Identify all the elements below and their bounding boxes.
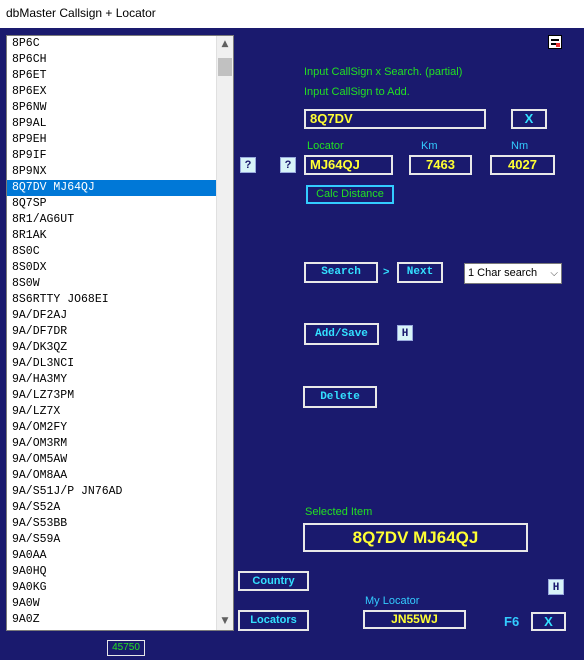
h-button-add[interactable]: H xyxy=(397,325,413,341)
list-item[interactable]: 9A/LZ7X xyxy=(7,404,217,420)
list-item[interactable]: 8R1/AG6UT xyxy=(7,212,217,228)
add-hint-label: Input CallSign to Add. xyxy=(304,86,410,98)
list-item[interactable]: 9A/S51J/P JN76AD xyxy=(7,484,217,500)
list-item[interactable]: 9A/DL3NCI xyxy=(7,356,217,372)
list-item[interactable]: 8S6RTTY JO68EI xyxy=(7,292,217,308)
list-item[interactable]: 8P9EH xyxy=(7,132,217,148)
scroll-thumb[interactable] xyxy=(218,58,232,76)
list-item[interactable]: 8S0DX xyxy=(7,260,217,276)
list-item[interactable]: 9A0W xyxy=(7,596,217,612)
callsign-input[interactable]: 8Q7DV xyxy=(304,109,486,129)
selected-item-display: 8Q7DV MJ64QJ xyxy=(303,523,528,552)
window-menu-icon[interactable] xyxy=(548,35,562,49)
nm-label: Nm xyxy=(511,140,529,152)
record-count: 45750 xyxy=(107,640,145,656)
list-item[interactable]: 9A0Z xyxy=(7,612,217,628)
list-item[interactable]: 8S0W xyxy=(7,276,217,292)
delete-button[interactable]: Delete xyxy=(303,386,377,408)
help-button-right[interactable]: ? xyxy=(280,157,296,173)
list-item[interactable]: 8P6ET xyxy=(7,68,217,84)
list-scrollbar[interactable]: ▲ ▼ xyxy=(216,36,233,630)
h-button-bottom[interactable]: H xyxy=(548,579,564,595)
list-item[interactable]: 8S0C xyxy=(7,244,217,260)
list-item[interactable]: 8P6CH xyxy=(7,52,217,68)
add-save-button[interactable]: Add/Save xyxy=(304,323,379,345)
locator-input[interactable]: MJ64QJ xyxy=(304,155,393,175)
list-item[interactable]: 9A/DK3QZ xyxy=(7,340,217,356)
list-item[interactable]: 9A/OM8AA xyxy=(7,468,217,484)
km-label: Km xyxy=(421,140,438,152)
calc-distance-button[interactable]: Calc Distance xyxy=(306,185,394,204)
list-item[interactable]: 8P6NW xyxy=(7,100,217,116)
locator-label: Locator xyxy=(307,140,344,152)
callsign-list[interactable]: 8P6C 8P6CH 8P6ET 8P6EX 8P6NW 8P9AL 8P9EH 8P9IF 8… xyxy=(6,35,234,631)
list-item[interactable]: 9A0AA xyxy=(7,548,217,564)
list-item[interactable]: 8P6EX xyxy=(7,84,217,100)
next-arrow-label: > xyxy=(383,266,390,278)
list-item[interactable]: 9A/DF7DR xyxy=(7,324,217,340)
clear-button[interactable]: X xyxy=(511,109,547,129)
search-button[interactable]: Search xyxy=(304,262,378,283)
nm-field: 4027 xyxy=(490,155,555,175)
list-item[interactable]: 8Q7DV MJ64QJ xyxy=(7,180,217,196)
chevron-down-icon: ⌵ xyxy=(550,268,558,279)
search-hint-label: Input CallSign x Search. (partial) xyxy=(304,66,463,78)
list-item[interactable]: 8R1AK xyxy=(7,228,217,244)
title-bar: dbMaster Callsign + Locator xyxy=(0,0,584,28)
window-title: dbMaster Callsign + Locator xyxy=(6,6,156,20)
selected-item-label: Selected Item xyxy=(305,506,373,518)
list-item[interactable]: 9A/S59A xyxy=(7,532,217,548)
list-item[interactable]: 9A/OM2FY xyxy=(7,420,217,436)
locators-button[interactable]: Locators xyxy=(238,610,309,631)
list-item[interactable]: 8P9AL xyxy=(7,116,217,132)
close-button[interactable]: X xyxy=(531,612,566,631)
my-locator-field[interactable]: JN55WJ xyxy=(363,610,466,629)
list-item[interactable]: 9A/DF2AJ xyxy=(7,308,217,324)
search-mode-select[interactable]: 1 Char search ⌵ xyxy=(464,263,562,284)
list-item[interactable]: 8P9IF xyxy=(7,148,217,164)
list-item[interactable]: 8Q7SP xyxy=(7,196,217,212)
list-item[interactable]: 9A/S52A xyxy=(7,500,217,516)
list-item[interactable]: 8P6C xyxy=(7,36,217,52)
callsign-list-items: 8P6C 8P6CH 8P6ET 8P6EX 8P6NW 8P9AL 8P9EH 8P9IF 8… xyxy=(7,36,217,628)
list-item[interactable]: 9A/OM5AW xyxy=(7,452,217,468)
list-item[interactable]: 9A/OM3RM xyxy=(7,436,217,452)
scroll-up-icon[interactable]: ▲ xyxy=(217,36,233,53)
scroll-down-icon[interactable]: ▼ xyxy=(217,613,233,630)
list-item[interactable]: 8P9NX xyxy=(7,164,217,180)
search-mode-value: 1 Char search xyxy=(468,267,538,279)
country-button[interactable]: Country xyxy=(238,571,309,591)
f6-label: F6 xyxy=(504,614,520,629)
help-button-left[interactable]: ? xyxy=(240,157,256,173)
next-button[interactable]: Next xyxy=(397,262,443,283)
list-item[interactable]: 9A/LZ73PM xyxy=(7,388,217,404)
list-item[interactable]: 9A/HA3MY xyxy=(7,372,217,388)
list-item[interactable]: 9A0KG xyxy=(7,580,217,596)
my-locator-label: My Locator xyxy=(365,595,420,607)
km-field: 7463 xyxy=(409,155,472,175)
list-item[interactable]: 9A0HQ xyxy=(7,564,217,580)
list-item[interactable]: 9A/S53BB xyxy=(7,516,217,532)
